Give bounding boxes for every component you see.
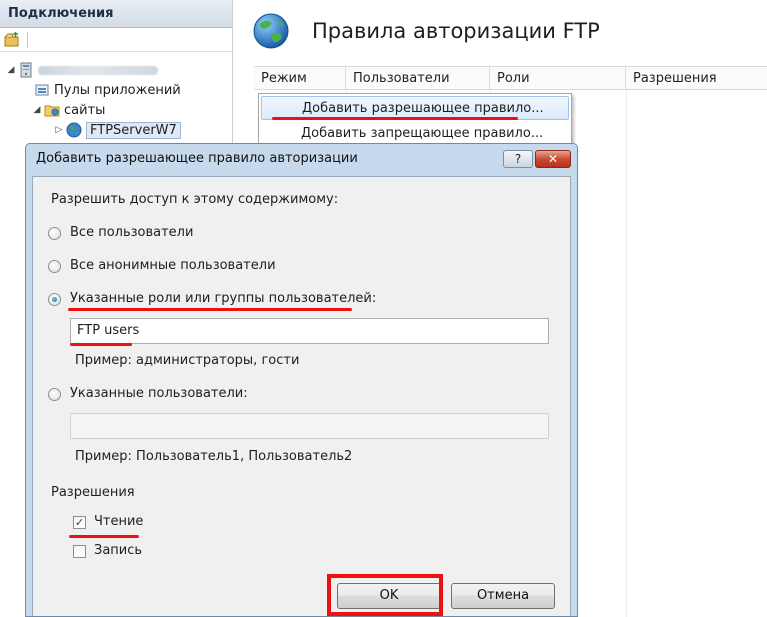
globe-icon bbox=[66, 122, 82, 138]
checkbox-write[interactable] bbox=[73, 545, 86, 558]
add-connection-icon[interactable] bbox=[3, 31, 21, 49]
radio-all-users[interactable] bbox=[48, 227, 61, 240]
radio-specified-users[interactable] bbox=[48, 388, 61, 401]
roles-example: Пример: администраторы, гости bbox=[75, 353, 300, 368]
roles-input[interactable]: FTP users bbox=[70, 318, 549, 344]
label-specified-roles[interactable]: Указанные роли или группы пользователей: bbox=[70, 291, 376, 306]
server-icon bbox=[20, 62, 32, 78]
add-allow-rule-dialog: Добавить разрешающее правило авторизации… bbox=[25, 143, 578, 617]
column-header-mode[interactable]: Режим bbox=[254, 67, 346, 89]
radio-specified-roles[interactable] bbox=[48, 293, 61, 306]
connections-title: Подключения bbox=[0, 0, 232, 28]
dialog-body: Разрешить доступ к этому содержимому: Вс… bbox=[32, 176, 571, 616]
tree-item-app-pools[interactable]: Пулы приложений bbox=[32, 80, 181, 100]
app-pools-icon bbox=[35, 84, 49, 96]
label-all-anonymous[interactable]: Все анонимные пользователи bbox=[70, 258, 276, 273]
annotation-underline bbox=[70, 343, 132, 346]
annotation-underline bbox=[68, 308, 352, 311]
permissions-label: Разрешения bbox=[51, 485, 135, 500]
close-button[interactable]: ✕ bbox=[535, 150, 571, 168]
cancel-button[interactable]: Отмена bbox=[451, 583, 555, 609]
annotation-underline bbox=[69, 535, 139, 538]
users-example: Пример: Пользователь1, Пользователь2 bbox=[75, 449, 353, 464]
collapse-arrow-icon[interactable]: ◢ bbox=[6, 65, 16, 75]
access-label: Разрешить доступ к этому содержимому: bbox=[51, 192, 339, 207]
tree-item-sites[interactable]: ◢ сайты bbox=[32, 100, 106, 120]
connections-toolbar bbox=[0, 28, 232, 52]
page-title: Правила авторизации FTP bbox=[312, 19, 600, 43]
column-header-permissions[interactable]: Разрешения bbox=[626, 67, 767, 89]
radio-all-anonymous[interactable] bbox=[48, 260, 61, 273]
rules-grid-header: Режим Пользователи Роли Разрешения bbox=[254, 66, 767, 90]
globe-icon bbox=[253, 13, 289, 49]
feature-header: Правила авторизации FTP bbox=[234, 0, 767, 62]
tree-label-sites: сайты bbox=[64, 102, 106, 118]
dialog-title: Добавить разрешающее правило авторизации bbox=[36, 151, 358, 166]
users-input[interactable] bbox=[70, 413, 549, 439]
label-write[interactable]: Запись bbox=[94, 543, 142, 558]
tree-label-ftp-site: FTPServerW7 bbox=[86, 121, 181, 139]
grid-divider bbox=[626, 90, 627, 617]
server-name-blurred bbox=[38, 65, 158, 75]
tree-item-ftp-site[interactable]: ▷ FTPServerW7 bbox=[54, 120, 181, 140]
label-specified-users[interactable]: Указанные пользователи: bbox=[70, 386, 248, 401]
collapse-arrow-icon[interactable]: ◢ bbox=[32, 105, 42, 115]
annotation-underline bbox=[272, 117, 518, 120]
tree-label-app-pools: Пулы приложений bbox=[54, 82, 181, 98]
help-button[interactable]: ? bbox=[503, 150, 533, 168]
expand-arrow-icon[interactable]: ▷ bbox=[54, 125, 64, 135]
sites-folder-icon bbox=[44, 105, 60, 117]
toolbar-separator bbox=[27, 31, 28, 48]
checkbox-read[interactable]: ✓ bbox=[73, 516, 86, 529]
label-read[interactable]: Чтение bbox=[94, 514, 143, 529]
context-menu: Добавить разрешающее правило... Добавить… bbox=[258, 93, 572, 149]
column-header-users[interactable]: Пользователи bbox=[346, 67, 490, 89]
annotation-box bbox=[327, 574, 443, 616]
label-all-users[interactable]: Все пользователи bbox=[70, 225, 193, 240]
column-header-roles[interactable]: Роли bbox=[490, 67, 626, 89]
tree-item-server[interactable]: ◢ bbox=[6, 60, 158, 80]
